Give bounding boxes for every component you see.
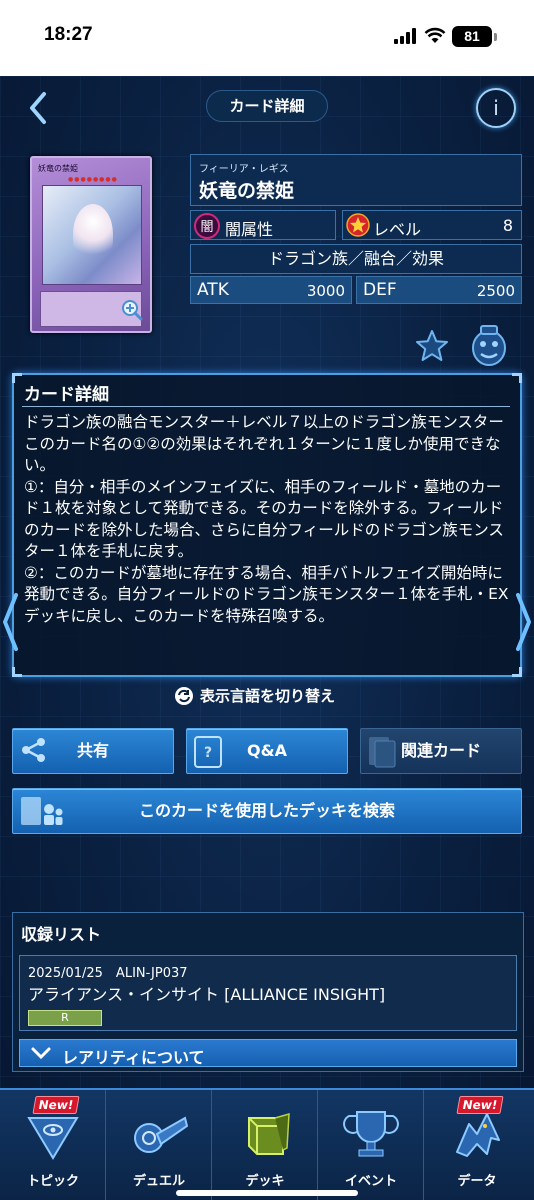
record-list-title: 収録リスト: [21, 925, 102, 944]
card-level-stars: ●●●●●●●●: [68, 176, 118, 183]
deck-search-icon: [21, 797, 63, 825]
rarity-info-toggle[interactable]: レアリティについて: [19, 1039, 517, 1067]
card-image-name: 妖竜の禁姫: [38, 164, 78, 173]
nav-label: イベント: [344, 1174, 397, 1189]
status-time: 18:27: [44, 24, 93, 45]
attribute-box: 闇 闇属性: [190, 210, 336, 240]
panel-corner: [512, 667, 522, 677]
card-name-box: フィーリア・レギス 妖竜の禁姫: [190, 154, 522, 206]
related-cards-button-label: 関連カード: [400, 741, 481, 760]
nav-label: データ: [457, 1174, 497, 1189]
nav-label: トピック: [26, 1174, 79, 1189]
nav-item-event[interactable]: イベント: [318, 1090, 424, 1200]
panel-corner: [512, 373, 522, 383]
level-label: レベル: [373, 220, 422, 239]
language-toggle-label: 表示言語を切り替え: [200, 687, 336, 705]
qa-button[interactable]: ? Q&A: [186, 728, 348, 774]
battery-tip: [494, 33, 497, 41]
home-indicator: [176, 1190, 358, 1196]
qa-icon: ?: [194, 736, 222, 768]
bottom-navigation: New! トピック デュエル デッキ イベント New! データ: [0, 1088, 534, 1200]
new-badge: New!: [32, 1096, 80, 1114]
duel-disk-icon: [134, 1116, 189, 1153]
attribute-icon-text: 闇: [200, 220, 213, 235]
dark-attribute-icon: 闇: [194, 213, 220, 239]
record-date-code: 2025/01/25 ALIN-JP037: [28, 966, 188, 981]
atk-box: ATK 3000: [190, 276, 352, 304]
def-value: 2500: [476, 282, 515, 300]
page-title: カード詳細: [206, 90, 328, 122]
chevron-down-icon: [31, 1047, 51, 1060]
svg-text:?: ?: [204, 745, 212, 761]
zoom-icon[interactable]: [120, 298, 144, 322]
card-artwork: [42, 185, 142, 285]
card-image[interactable]: 妖竜の禁姫 ●●●●●●●●: [30, 156, 152, 333]
card-name: 妖竜の禁姫: [199, 180, 295, 202]
info-button[interactable]: i: [476, 88, 516, 128]
record-set-name: アライアンス・インサイト [ALLIANCE INSIGHT]: [28, 985, 386, 1004]
atk-value: 3000: [306, 282, 345, 300]
card-type: ドラゴン族／融合／効果: [190, 244, 522, 274]
search-decks-button[interactable]: このカードを使用したデッキを検索: [12, 788, 522, 834]
detail-panel-title: カード詳細: [24, 385, 109, 405]
rarity-info-label: レアリティについて: [62, 1048, 205, 1067]
header: カード詳細 i: [0, 76, 534, 138]
battery-indicator: 81: [452, 26, 492, 47]
qa-button-label: Q&A: [247, 741, 287, 760]
level-value: 8: [502, 216, 513, 235]
next-card-arrow-icon[interactable]: [512, 591, 534, 653]
nav-label: デュエル: [132, 1174, 185, 1189]
card-effect-text: ドラゴン族の融合モンスター＋レベル７以上のドラゴン族モンスター このカード名の①…: [24, 413, 509, 625]
related-cards-icon: [369, 737, 396, 768]
def-label: DEF: [363, 280, 397, 300]
search-decks-label: このカードを使用したデッキを検索: [138, 801, 395, 820]
pot-of-greed-icon[interactable]: [468, 322, 510, 368]
detail-panel-divider: [22, 406, 510, 407]
nav-item-data[interactable]: New! データ: [424, 1090, 530, 1200]
language-switch-icon: [175, 687, 193, 705]
record-list-panel: 収録リスト 2025/01/25 ALIN-JP037 アライアンス・インサイト…: [12, 912, 524, 1072]
attribute-text: 闇属性: [225, 220, 274, 239]
level-box: レベル 8: [342, 210, 522, 240]
trophy-icon: [343, 1111, 399, 1157]
nav-item-topics[interactable]: New! トピック: [0, 1090, 106, 1200]
nav-item-duel[interactable]: デュエル: [106, 1090, 212, 1200]
panel-corner: [12, 667, 22, 677]
favorite-star-icon[interactable]: [414, 328, 450, 364]
share-icon: [22, 738, 45, 762]
app-screen: カード詳細 i 妖竜の禁姫 ●●●●●●●● フィーリア・レギス 妖竜の禁姫 闇…: [0, 76, 534, 1200]
wifi-icon: [424, 27, 446, 43]
signal-icon: [394, 28, 416, 44]
deck-icon: [248, 1112, 290, 1155]
def-box: DEF 2500: [356, 276, 522, 304]
language-toggle[interactable]: 表示言語を切り替え: [172, 684, 372, 708]
atk-label: ATK: [197, 280, 229, 300]
record-list-item[interactable]: 2025/01/25 ALIN-JP037 アライアンス・インサイト [ALLI…: [19, 955, 517, 1031]
back-arrow-icon[interactable]: [22, 88, 56, 128]
card-name-ruby: フィーリア・レギス: [199, 164, 289, 175]
share-button-label: 共有: [76, 741, 109, 760]
prev-card-arrow-icon[interactable]: [0, 591, 22, 653]
status-bar: 18:27 81: [0, 0, 534, 76]
nav-item-deck[interactable]: デッキ: [212, 1090, 318, 1200]
rarity-badge: R: [28, 1010, 102, 1026]
nav-label: デッキ: [245, 1174, 285, 1189]
level-star-icon: [346, 213, 370, 237]
related-cards-button[interactable]: 関連カード: [360, 728, 522, 774]
panel-corner: [12, 373, 22, 383]
share-button[interactable]: 共有: [12, 728, 174, 774]
card-detail-panel: カード詳細 ドラゴン族の融合モンスター＋レベル７以上のドラゴン族モンスター この…: [12, 373, 522, 677]
new-badge: New!: [456, 1096, 504, 1114]
